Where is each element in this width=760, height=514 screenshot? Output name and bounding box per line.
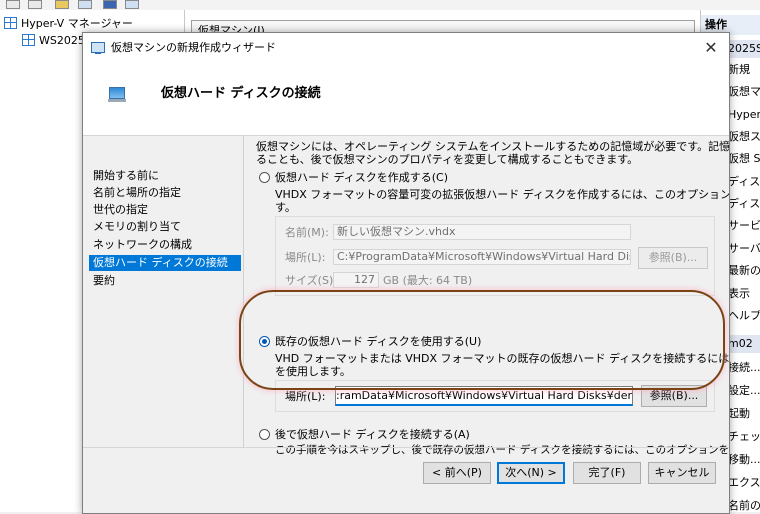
- new-vm-wizard-dialog: 仮想マシンの新規作成ウィザード ✕ 仮想ハード ディスクの接続 開始する前に 名…: [82, 32, 730, 514]
- existing-disk-label[interactable]: 既存の仮想ハード ディスクを使用する(U): [275, 335, 481, 348]
- size-unit-label: GB (最大: 64 TB): [383, 274, 473, 287]
- step-virtual-disk[interactable]: 仮想ハード ディスクの接続: [89, 255, 241, 271]
- panel-icon[interactable]: [125, 0, 139, 9]
- existing-disk-radio[interactable]: [259, 336, 270, 347]
- help-icon[interactable]: [103, 0, 117, 9]
- wizard-steps: 開始する前に 名前と場所の指定 世代の指定 メモリの割り当て ネットワークの構成…: [83, 136, 243, 436]
- size-field-label: サイズ(S):: [285, 274, 337, 287]
- existing-disk-desc-line1: VHD フォーマットまたは VHDX フォーマットの既存の仮想ハード ディスクを…: [275, 352, 730, 365]
- existing-location-input[interactable]: :ramData¥Microsoft¥Windows¥Virtual Hard …: [335, 386, 633, 406]
- name-input[interactable]: 新しい仮想マシン.vhdx: [333, 224, 631, 240]
- intro-text-line2: ることも、後で仮想マシンのプロパティを変更して構成することもできます。: [256, 153, 639, 166]
- vm-action-item[interactable]: 移動...: [728, 453, 760, 467]
- intro-text-line1: 仮想マシンには、オペレーティング システムをインストールするための記憶域が必要で…: [256, 140, 730, 153]
- wizard-content: 仮想マシンには、オペレーティング システムをインストールするための記憶域が必要で…: [256, 136, 730, 456]
- create-location-label: 場所(L):: [285, 251, 326, 264]
- create-disk-radio[interactable]: [259, 172, 270, 183]
- tree-item-root[interactable]: Hyper-V マネージャー: [4, 16, 133, 32]
- vm-action-item[interactable]: 設定...: [728, 384, 760, 398]
- vm-action-item[interactable]: 名前の: [728, 499, 760, 512]
- create-disk-label[interactable]: 仮想ハード ディスクを作成する(C): [275, 171, 448, 184]
- dialog-title: 仮想マシンの新規作成ウィザード: [111, 41, 276, 54]
- create-browse-button[interactable]: 参照(B)...: [638, 247, 708, 269]
- create-disk-desc-line2: す。: [275, 201, 296, 214]
- create-disk-desc-line1: VHDX フォーマットの容量可変の拡張仮想ハード ディスクを作成するには、このオ…: [275, 188, 730, 201]
- create-location-input[interactable]: C:¥ProgramData¥Microsoft¥Windows¥Virtual…: [333, 249, 631, 265]
- existing-disk-desc-line2: を使用します。: [275, 365, 351, 378]
- action-item[interactable]: 表示: [728, 287, 750, 301]
- size-input[interactable]: 127: [333, 272, 379, 288]
- close-button[interactable]: ✕: [699, 36, 723, 60]
- tree-server-label: WS2025: [39, 34, 85, 47]
- finish-button[interactable]: 完了(F): [573, 462, 641, 484]
- later-disk-radio[interactable]: [259, 429, 270, 440]
- action-item[interactable]: 最新の: [728, 264, 760, 278]
- location-text: :ramData¥Microsoft¥Windows¥Virtual Hard …: [336, 389, 632, 402]
- step-before-you-begin[interactable]: 開始する前に: [89, 168, 241, 184]
- later-disk-label[interactable]: 後で仮想ハード ディスクを接続する(A): [275, 428, 470, 441]
- later-disk-desc-line1: この手順を今はスキップし、後で既存の仮想ハード ディスクを接続するには、このオプ…: [275, 444, 730, 456]
- step-summary[interactable]: 要約: [89, 273, 241, 289]
- next-button[interactable]: 次へ(N) >: [497, 462, 565, 484]
- action-item[interactable]: Hyper-: [728, 108, 760, 122]
- footer-divider: [83, 447, 729, 448]
- step-name-location[interactable]: 名前と場所の指定: [89, 185, 241, 201]
- existing-browse-button[interactable]: 参照(B)...: [641, 385, 707, 407]
- console-icon[interactable]: [78, 0, 92, 9]
- dialog-titlebar[interactable]: 仮想マシンの新規作成ウィザード ✕: [83, 33, 729, 63]
- existing-disk-group: 場所(L): :ramData¥Microsoft¥Windows¥Virtua…: [275, 380, 715, 412]
- existing-location-label: 場所(L):: [285, 390, 326, 403]
- action-item[interactable]: サービス: [728, 219, 760, 233]
- action-item[interactable]: 仮想ス: [728, 130, 760, 144]
- wizard-banner: 仮想ハード ディスクの接続: [83, 63, 729, 136]
- forward-icon[interactable]: [28, 0, 42, 9]
- toolbar: [0, 0, 760, 10]
- vm-action-item[interactable]: 起動: [728, 407, 750, 421]
- vm-action-item[interactable]: チェック: [728, 430, 760, 444]
- create-disk-group: 名前(M): 新しい仮想マシン.vhdx 場所(L): C:¥ProgramDa…: [275, 216, 715, 296]
- name-field-label: 名前(M):: [285, 226, 329, 239]
- action-item[interactable]: サーバー: [728, 242, 760, 256]
- action-item[interactable]: ディスク: [728, 175, 760, 189]
- virtual-disk-icon: [108, 87, 126, 102]
- action-item[interactable]: ヘルプ: [728, 309, 760, 323]
- step-network[interactable]: ネットワークの構成: [89, 237, 241, 253]
- folder-icon[interactable]: [55, 0, 69, 9]
- tree-item-server[interactable]: WS2025: [22, 33, 85, 49]
- hyperv-manager-icon: [4, 17, 17, 29]
- cancel-button[interactable]: キャンセル: [648, 462, 716, 484]
- back-icon[interactable]: [6, 0, 20, 9]
- tree-root-label: Hyper-V マネージャー: [21, 17, 133, 30]
- vm-action-item[interactable]: 接続...: [728, 361, 760, 375]
- action-item[interactable]: 新規: [728, 63, 750, 77]
- back-button[interactable]: < 前へ(P): [423, 462, 491, 484]
- action-item[interactable]: 仮想 SA: [728, 152, 760, 166]
- step-memory[interactable]: メモリの割り当て: [89, 219, 241, 235]
- vm-wizard-icon: [91, 42, 105, 54]
- step-generation[interactable]: 世代の指定: [89, 202, 241, 218]
- page-heading: 仮想ハード ディスクの接続: [161, 86, 321, 101]
- vm-action-item[interactable]: エクスポ: [728, 476, 760, 490]
- action-item[interactable]: ディスク: [728, 197, 760, 211]
- divider: [243, 136, 244, 447]
- server-icon: [22, 34, 35, 46]
- action-item[interactable]: 仮想マ: [728, 85, 760, 99]
